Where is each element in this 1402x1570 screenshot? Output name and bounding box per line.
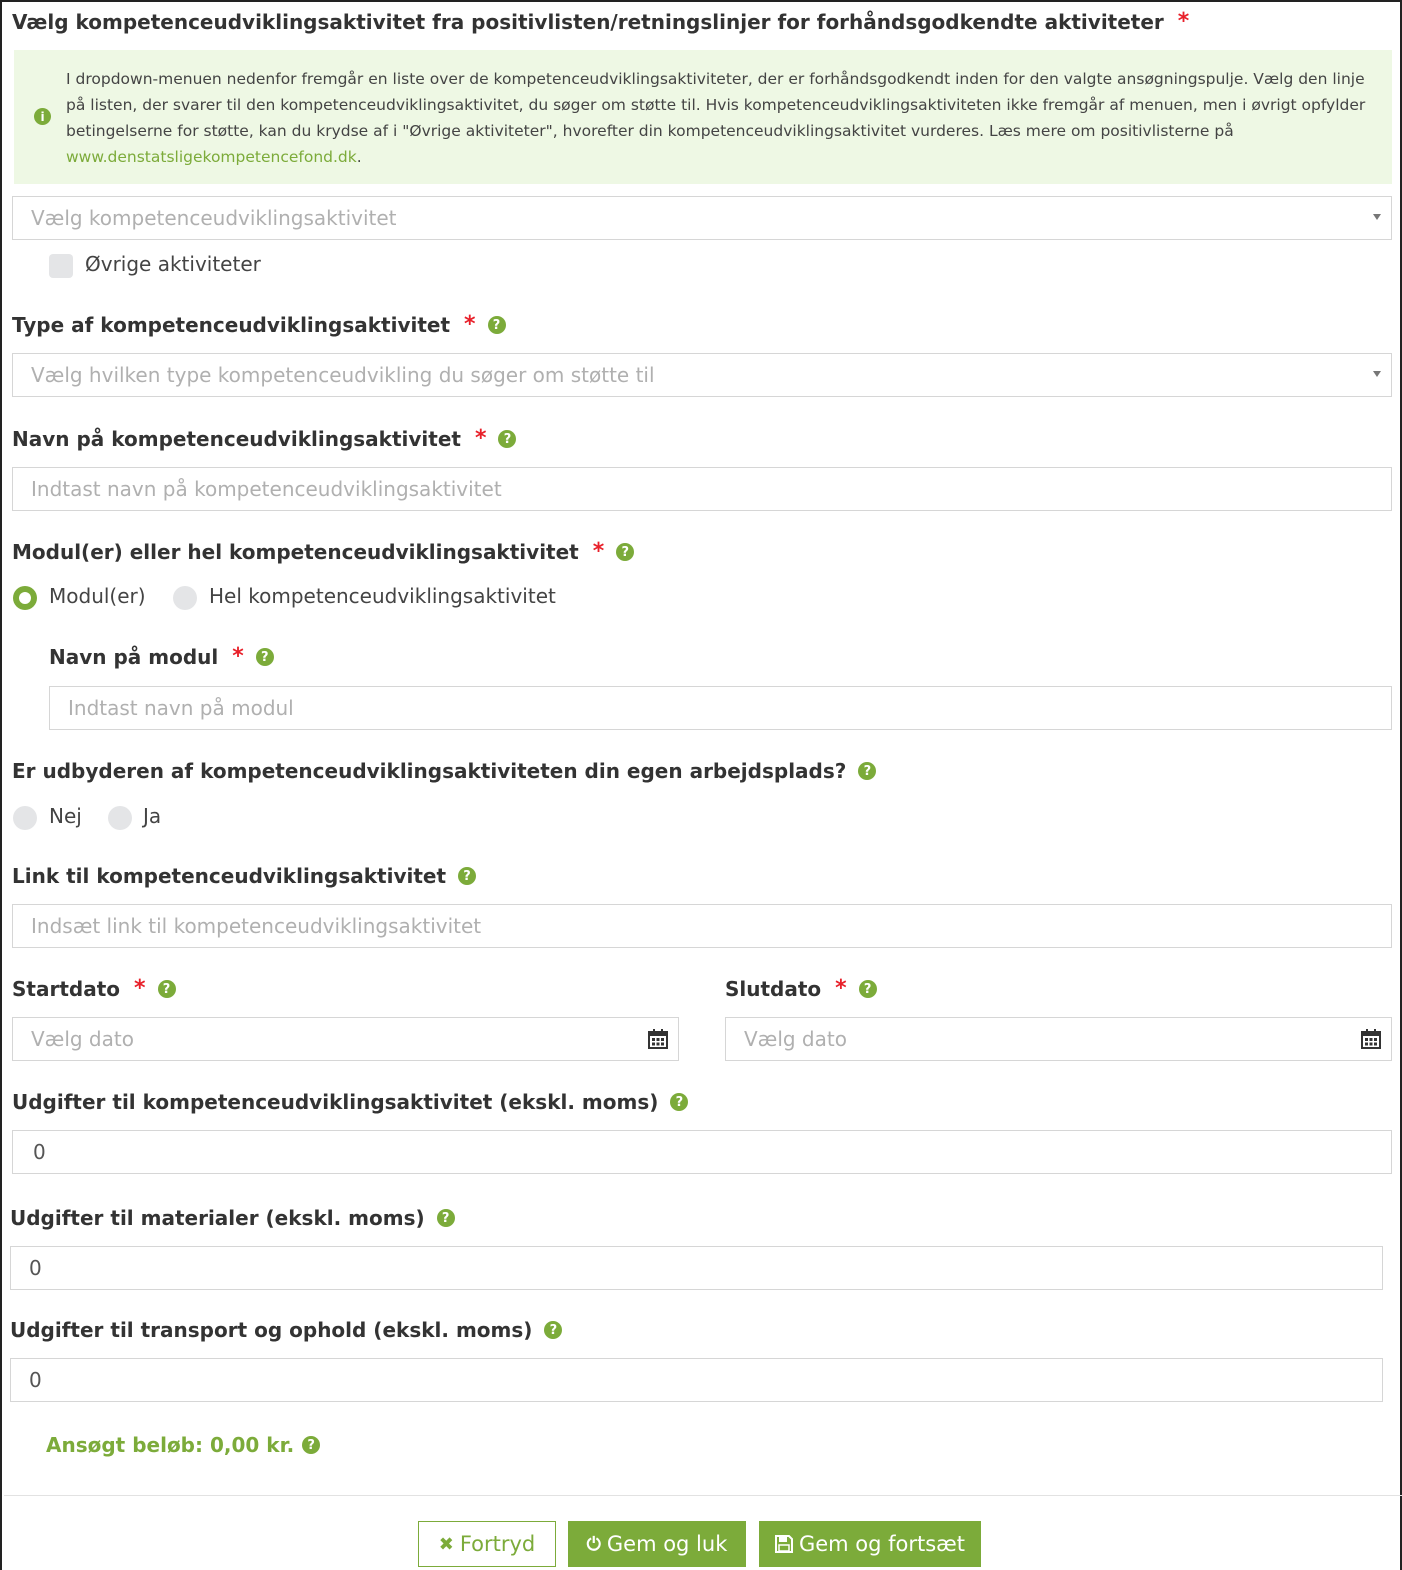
cost-materials-input[interactable]: 0	[10, 1246, 1383, 1290]
cancel-button[interactable]: ✖ Fortryd	[418, 1521, 556, 1567]
scope-radio-modules[interactable]	[13, 586, 37, 610]
other-activities-label: Øvrige aktiviteter	[85, 252, 261, 276]
question-circle-icon[interactable]: ?	[498, 430, 517, 448]
link-placeholder: Indsæt link til kompetenceudviklingsakti…	[31, 914, 482, 938]
provider-label-text: Er udbyderen af kompetenceudviklingsakti…	[12, 759, 847, 783]
end-date-label-text: Slutdato	[725, 977, 822, 1001]
cost-materials-label: Udgifter til materialer (ekskl. moms) ?	[10, 1206, 455, 1230]
required-mark: *	[592, 539, 605, 564]
question-circle-icon[interactable]: ?	[436, 1209, 455, 1227]
end-date-input[interactable]: Vælg dato	[725, 1017, 1392, 1061]
question-circle-icon[interactable]: ?	[544, 1321, 563, 1339]
chevron-down-icon	[1373, 371, 1381, 377]
cancel-button-label: Fortryd	[459, 1532, 536, 1556]
required-mark: *	[134, 976, 146, 1001]
cost-transport-input[interactable]: 0	[10, 1358, 1383, 1402]
info-circle-icon: i	[34, 108, 51, 125]
scope-radio-whole[interactable]	[173, 586, 197, 610]
applied-amount-text: Ansøgt beløb: 0,00 kr.	[46, 1433, 295, 1457]
cost-activity-label-text: Udgifter til kompetenceudviklingsaktivit…	[12, 1090, 659, 1114]
times-icon: ✖	[438, 1533, 454, 1555]
cost-transport-value: 0	[29, 1368, 42, 1392]
cost-materials-label-text: Udgifter til materialer (ekskl. moms)	[10, 1206, 425, 1230]
save-close-button[interactable]: ⏻ Gem og luk	[568, 1521, 746, 1567]
provider-radio-no[interactable]	[13, 806, 37, 830]
info-text: I dropdown-menuen nedenfor fremgår en li…	[66, 66, 1376, 170]
info-text-suffix: .	[356, 148, 362, 166]
type-label-text: Type af kompetenceudviklingsaktivitet	[12, 313, 451, 337]
scope-label: Modul(er) eller hel kompetenceudviklings…	[12, 539, 635, 564]
question-circle-icon[interactable]: ?	[255, 648, 274, 666]
info-text-body: I dropdown-menuen nedenfor fremgår en li…	[66, 70, 1366, 140]
start-date-input[interactable]: Vælg dato	[12, 1017, 679, 1061]
activity-select-label-text: Vælg kompetenceudviklingsaktivitet fra p…	[12, 10, 1164, 34]
info-box: i I dropdown-menuen nedenfor fremgår en …	[14, 50, 1392, 184]
question-circle-icon[interactable]: ?	[458, 867, 477, 885]
type-label: Type af kompetenceudviklingsaktivitet * …	[12, 313, 506, 337]
save-continue-button[interactable]: Gem og fortsæt	[759, 1521, 981, 1567]
save-close-button-label: Gem og luk	[606, 1532, 728, 1556]
provider-radio-yes[interactable]	[108, 806, 132, 830]
activity-select-label: Vælg kompetenceudviklingsaktivitet fra p…	[12, 10, 1189, 34]
power-icon: ⏻	[586, 1533, 601, 1555]
module-name-input[interactable]: Indtast navn på modul	[49, 686, 1392, 730]
end-date-label: Slutdato * ?	[725, 977, 877, 1001]
question-circle-icon[interactable]: ?	[157, 980, 176, 998]
type-select-dropdown[interactable]: Vælg hvilken type kompetenceudvikling du…	[12, 353, 1392, 397]
cost-activity-label: Udgifter til kompetenceudviklingsaktivit…	[12, 1090, 689, 1114]
question-circle-icon[interactable]: ?	[302, 1436, 321, 1454]
end-date-placeholder: Vælg dato	[744, 1027, 847, 1051]
form-frame: Vælg kompetenceudviklingsaktivitet fra p…	[0, 0, 1402, 1570]
cost-activity-input[interactable]: 0	[12, 1130, 1392, 1174]
cost-transport-label-text: Udgifter til transport og ophold (ekskl.…	[10, 1318, 533, 1342]
name-label: Navn på kompetenceudviklingsaktivitet * …	[12, 426, 517, 451]
provider-label: Er udbyderen af kompetenceudviklingsakti…	[12, 759, 877, 783]
module-name-label-text: Navn på modul	[49, 645, 219, 669]
question-circle-icon[interactable]: ?	[858, 762, 877, 780]
info-link[interactable]: www.denstatsligekompetencefond.dk	[66, 148, 357, 166]
provider-radio-yes-label: Ja	[143, 804, 162, 828]
start-date-placeholder: Vælg dato	[31, 1027, 134, 1051]
other-activities-checkbox[interactable]	[49, 254, 73, 278]
name-placeholder: Indtast navn på kompetenceudviklingsakti…	[31, 477, 502, 501]
required-mark: *	[474, 426, 487, 451]
provider-radio-no-label: Nej	[49, 804, 82, 828]
scope-radio-modules-label: Modul(er)	[49, 584, 146, 608]
link-input[interactable]: Indsæt link til kompetenceudviklingsakti…	[12, 904, 1392, 948]
divider	[4, 1495, 1402, 1496]
required-mark: *	[1177, 9, 1190, 34]
calendar-icon[interactable]	[1361, 1029, 1381, 1049]
scope-radio-whole-label: Hel kompetenceudviklingsaktivitet	[209, 584, 556, 608]
name-input[interactable]: Indtast navn på kompetenceudviklingsakti…	[12, 467, 1392, 511]
required-mark: *	[835, 976, 847, 1001]
activity-select-dropdown[interactable]: Vælg kompetenceudviklingsaktivitet	[12, 196, 1392, 240]
activity-select-placeholder: Vælg kompetenceudviklingsaktivitet	[31, 206, 397, 230]
question-circle-icon[interactable]: ?	[616, 543, 635, 561]
applied-amount: Ansøgt beløb: 0,00 kr. ?	[46, 1433, 321, 1457]
link-label-text: Link til kompetenceudviklingsaktivitet	[12, 864, 447, 888]
scope-label-text: Modul(er) eller hel kompetenceudviklings…	[12, 540, 579, 564]
module-name-label: Navn på modul * ?	[49, 645, 274, 669]
chevron-down-icon	[1373, 214, 1381, 220]
cost-activity-value: 0	[33, 1140, 46, 1164]
question-circle-icon[interactable]: ?	[858, 980, 877, 998]
calendar-icon[interactable]	[648, 1029, 668, 1049]
save-continue-button-label: Gem og fortsæt	[798, 1532, 966, 1556]
question-circle-icon[interactable]: ?	[487, 316, 506, 334]
required-mark: *	[464, 312, 476, 337]
start-date-label: Startdato * ?	[12, 977, 176, 1001]
question-circle-icon[interactable]: ?	[670, 1093, 689, 1111]
module-name-placeholder: Indtast navn på modul	[68, 696, 294, 720]
required-mark: *	[232, 644, 244, 669]
link-label: Link til kompetenceudviklingsaktivitet ?	[12, 864, 477, 888]
start-date-label-text: Startdato	[12, 977, 120, 1001]
cost-materials-value: 0	[29, 1256, 42, 1280]
floppy-disk-icon	[774, 1535, 793, 1553]
type-placeholder: Vælg hvilken type kompetenceudvikling du…	[31, 363, 655, 387]
name-label-text: Navn på kompetenceudviklingsaktivitet	[12, 427, 461, 451]
cost-transport-label: Udgifter til transport og ophold (ekskl.…	[10, 1318, 563, 1342]
